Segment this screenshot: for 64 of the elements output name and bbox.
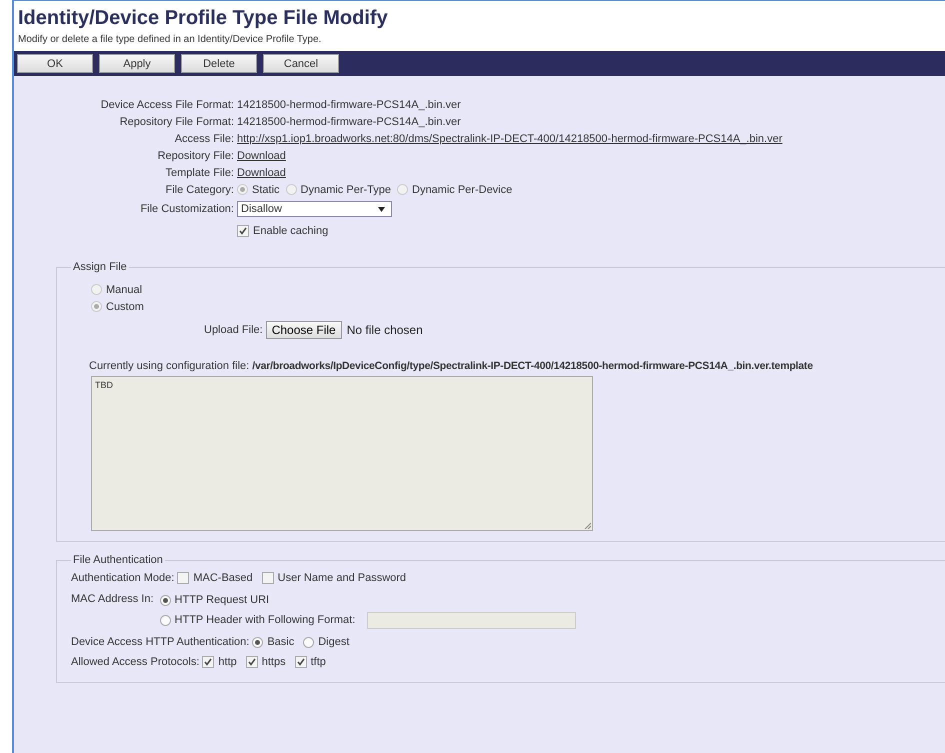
template-text-area[interactable]: TBD	[91, 376, 593, 531]
action-button[interactable]: Cancel	[263, 54, 339, 73]
option-label: Static	[252, 184, 280, 196]
current-file-path: /var/broadworks/IpDeviceConfig/type/Spectralink-IP-DECT-400/14218500-hermod-firmware-PCS14A_.bin.ver.template	[252, 360, 813, 372]
field-value: 14218500-hermod-firmware-PCS14A_.bin.ver	[237, 116, 461, 128]
option-label: Enable caching	[253, 224, 328, 236]
field-label: Device Access File Format:	[100, 98, 235, 110]
option-label: Dynamic Per-Type	[300, 184, 391, 196]
current-file-label: Currently using configuration file:	[89, 360, 250, 372]
field-label: Authentication Mode:	[71, 572, 174, 584]
option-label: Digest	[318, 636, 350, 648]
field-label: File Category:	[164, 184, 235, 196]
field-label: Template File:	[164, 166, 235, 178]
field-label: Repository File Format:	[118, 116, 235, 128]
checkbox[interactable]	[262, 572, 274, 584]
option-label: HTTP Header with Following Format:	[174, 614, 356, 626]
option-label: http	[218, 656, 237, 668]
field-label: Device Access HTTP Authentication:	[71, 636, 250, 648]
option-label: https	[262, 656, 286, 668]
file-link[interactable]: Download	[237, 166, 286, 178]
option-label: Basic	[267, 636, 294, 648]
upload-status: No file chosen	[346, 323, 423, 337]
radio-button[interactable]	[91, 301, 102, 312]
radio-button[interactable]	[397, 184, 408, 195]
radio-button[interactable]	[160, 594, 171, 606]
radio-button[interactable]	[160, 614, 171, 626]
field-label: MAC Address In:	[71, 592, 154, 607]
option-label: Dynamic Per-Device	[412, 184, 512, 196]
option-label: tftp	[310, 656, 326, 668]
action-button[interactable]: OK	[17, 54, 93, 73]
field-label: Repository File:	[156, 150, 235, 162]
option-label: Custom	[106, 300, 144, 312]
field-label: Access File:	[174, 132, 235, 144]
field-value: 14218500-hermod-firmware-PCS14A_.bin.ver	[237, 98, 461, 110]
field-label: Upload File:	[204, 324, 263, 336]
choose-file-button[interactable]: Choose File	[266, 321, 342, 339]
action-button[interactable]: Delete	[181, 54, 257, 73]
radio-button[interactable]	[303, 636, 314, 648]
group-title: File Authentication	[72, 554, 164, 566]
field-label: Allowed Access Protocols:	[71, 656, 200, 668]
radio-button[interactable]	[91, 284, 102, 295]
radio-button[interactable]	[286, 184, 297, 195]
resize-grip-icon	[584, 522, 591, 529]
file-link[interactable]: http://xsp1.iop1.broadworks.net:80/dms/Spectralink-IP-DECT-400/14218500-hermod-firmware-PCS14A_.bin.ver	[237, 132, 782, 144]
group-title: Assign File	[72, 261, 128, 273]
header-format-field[interactable]	[367, 612, 576, 628]
file-link[interactable]: Download	[237, 150, 286, 162]
page-title: Identity/Device Profile Type File Modify	[18, 7, 389, 30]
checkbox[interactable]	[246, 656, 258, 668]
action-button[interactable]: Apply	[99, 54, 175, 73]
checkbox[interactable]	[177, 572, 190, 584]
radio-button[interactable]	[252, 636, 264, 648]
page-description: Modify or delete a file type defined in an Identity/Device Profile Type.	[18, 34, 322, 45]
option-label: MAC-Based	[193, 572, 253, 584]
field-label: File Customization:	[139, 203, 235, 215]
option-label: HTTP Request URI	[174, 594, 270, 606]
option-label: User Name and Password	[278, 572, 406, 584]
checkbox[interactable]	[237, 224, 249, 236]
dropdown-arrow-icon	[378, 206, 385, 212]
checkbox[interactable]	[202, 656, 214, 668]
checkbox[interactable]	[294, 656, 307, 668]
radio-button[interactable]	[237, 184, 248, 195]
option-label: Manual	[106, 284, 142, 296]
customization-dropdown[interactable]: Disallow	[237, 201, 392, 217]
